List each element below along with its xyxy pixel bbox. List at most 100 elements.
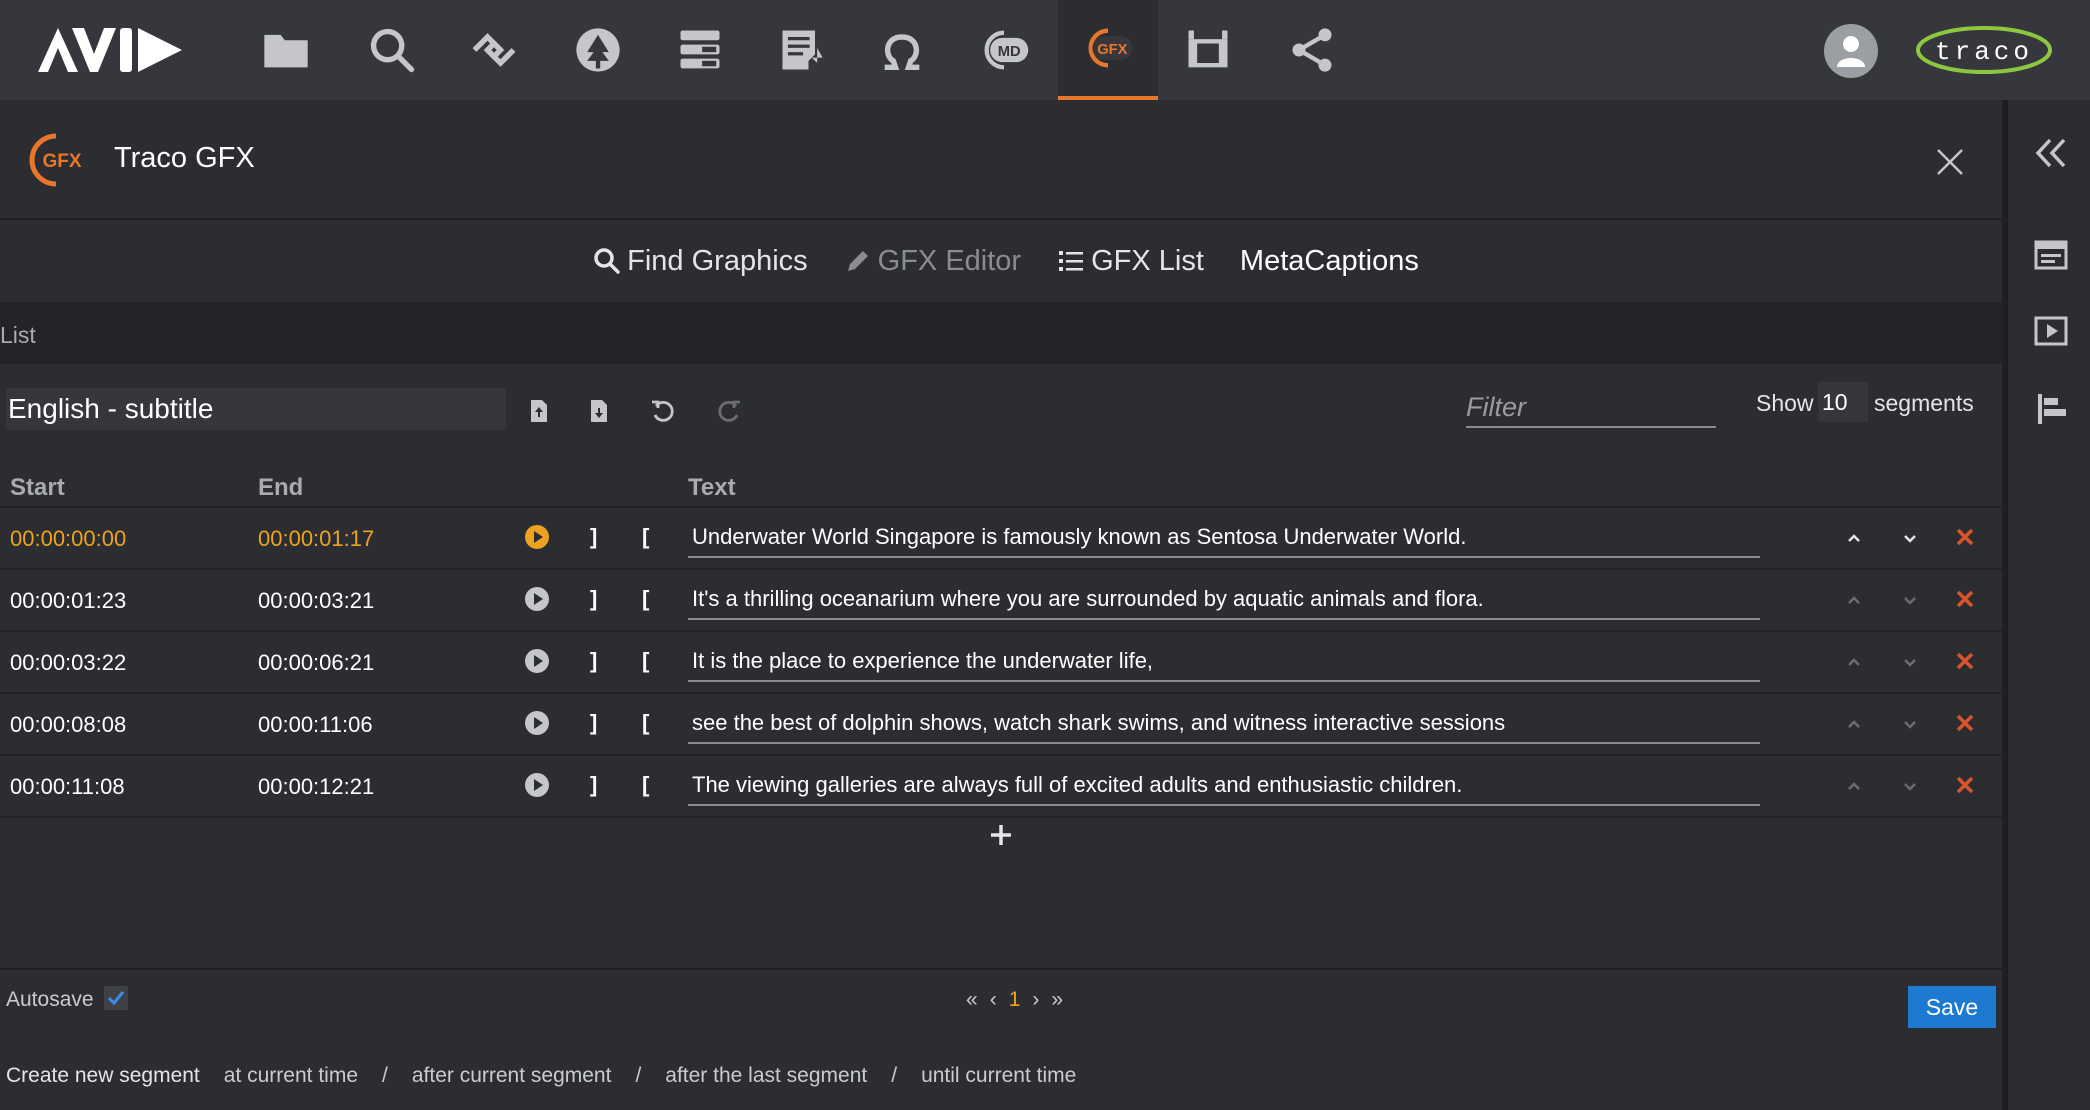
end-time[interactable]: 00:00:06:21 [258,650,374,676]
search-icon[interactable] [342,0,442,100]
segments-label: segments [1874,390,1974,416]
show-label: Show [1756,390,1814,416]
filter-input[interactable] [1466,388,1716,428]
play-icon[interactable] [524,772,550,798]
caption-text-field[interactable] [688,766,1760,806]
md-icon[interactable]: MD [954,0,1054,100]
start-time[interactable]: 00:00:11:08 [10,774,125,800]
tree-icon[interactable] [548,0,648,100]
user-avatar[interactable] [1824,24,1878,78]
current-page[interactable]: 1 [1009,988,1021,1012]
play-icon[interactable] [524,586,550,612]
create-segment-label: Create new segment [6,1064,200,1087]
svg-text:MD: MD [998,44,1021,60]
play-icon[interactable] [524,648,550,674]
language-track-field[interactable] [6,388,506,430]
start-time[interactable]: 00:00:01:23 [10,588,126,614]
next-page-link[interactable]: › [1032,988,1039,1012]
timeline-icon[interactable] [2032,390,2070,428]
move-up-icon[interactable] [1844,652,1864,672]
create-at-current-time[interactable]: at current time [224,1064,358,1088]
caption-text-field[interactable] [688,518,1760,558]
autosave-checkbox[interactable] [104,986,128,1010]
end-time[interactable]: 00:00:01:17 [258,526,374,552]
create-until-current-time[interactable]: until current time [921,1064,1076,1088]
set-out-button[interactable]: ] [590,648,597,674]
play-icon[interactable] [524,710,550,736]
first-page-link[interactable]: « [966,988,978,1012]
undo-button[interactable] [646,394,680,428]
move-down-icon[interactable] [1900,528,1920,548]
table-row[interactable]: 00:00:08:08 00:00:11:06 ] [ [0,694,2002,756]
table-row[interactable]: 00:00:01:23 00:00:03:21 ] [ [0,570,2002,632]
right-rail [2006,100,2090,1110]
move-up-icon[interactable] [1844,776,1864,796]
end-time[interactable]: 00:00:12:21 [258,774,374,800]
set-out-button[interactable]: ] [590,772,597,798]
tab-metacaptions[interactable]: MetaCaptions [1240,245,1419,278]
set-in-button[interactable]: [ [642,710,649,736]
start-time[interactable]: 00:00:08:08 [10,712,126,738]
tab-find-graphics[interactable]: Find Graphics [593,245,808,278]
set-in-button[interactable]: [ [642,772,649,798]
play-icon[interactable] [524,524,550,550]
redo-button[interactable] [712,394,746,428]
gfx-icon[interactable]: GFX [1058,0,1158,100]
prev-page-link[interactable]: ‹ [990,988,997,1012]
end-time[interactable]: 00:00:11:06 [258,712,373,738]
collapse-icon[interactable] [2032,134,2070,172]
folder-icon[interactable] [236,0,336,100]
start-time[interactable]: 00:00:03:22 [10,650,126,676]
move-down-icon[interactable] [1900,652,1920,672]
table-row[interactable]: 00:00:11:08 00:00:12:21 ] [ [0,756,2002,818]
add-segment-icon[interactable] [986,820,1016,850]
delete-icon[interactable] [1954,526,1976,548]
move-down-icon[interactable] [1900,776,1920,796]
tab-gfx-list[interactable]: GFX List [1057,245,1204,278]
caption-text-field[interactable] [688,704,1760,744]
export-file-button[interactable] [582,394,616,428]
delete-icon[interactable] [1954,650,1976,672]
set-in-button[interactable]: [ [642,648,649,674]
gfx-logo-icon: GFX [29,133,82,187]
save-button[interactable]: Save [1908,986,1996,1028]
video-player-icon[interactable] [2032,312,2070,350]
create-after-current-segment[interactable]: after current segment [412,1064,612,1088]
segments-per-page-field[interactable] [1818,382,1868,422]
link-icon[interactable] [444,0,544,100]
caption-text-field[interactable] [688,580,1760,620]
set-in-button[interactable]: [ [642,586,649,612]
notes-icon[interactable] [752,0,852,100]
file-upload-icon [531,400,547,422]
create-after-last-segment[interactable]: after the last segment [665,1064,867,1088]
move-down-icon[interactable] [1900,590,1920,610]
table-row[interactable]: 00:00:03:22 00:00:06:21 ] [ [0,632,2002,694]
caption-text-field[interactable] [688,642,1760,682]
delete-icon[interactable] [1954,712,1976,734]
move-up-icon[interactable] [1844,590,1864,610]
set-out-button[interactable]: ] [590,586,597,612]
move-down-icon[interactable] [1900,714,1920,734]
stack-icon[interactable] [650,0,750,100]
last-page-link[interactable]: » [1051,988,1063,1012]
end-time[interactable]: 00:00:03:21 [258,588,374,614]
set-in-button[interactable]: [ [642,524,649,550]
traco-logo: traco [1916,26,2052,74]
share-icon[interactable] [1262,0,1362,100]
separator: / [635,1064,642,1087]
caption-toolbar: Show segments [0,364,2002,464]
move-up-icon[interactable] [1844,714,1864,734]
clapper-icon[interactable] [1158,0,1258,100]
panel-layout-icon[interactable] [2032,236,2070,274]
tab-gfx-editor[interactable]: GFX Editor [844,245,1021,278]
delete-icon[interactable] [1954,588,1976,610]
move-up-icon[interactable] [1844,528,1864,548]
close-icon[interactable] [1932,144,1968,180]
table-row[interactable]: 00:00:00:00 00:00:01:17 ] [ [0,508,2002,570]
start-time[interactable]: 00:00:00:00 [10,526,126,552]
set-out-button[interactable]: ] [590,524,597,550]
import-file-button[interactable] [522,394,556,428]
set-out-button[interactable]: ] [590,710,597,736]
delete-icon[interactable] [1954,774,1976,796]
omega-icon[interactable] [852,0,952,100]
